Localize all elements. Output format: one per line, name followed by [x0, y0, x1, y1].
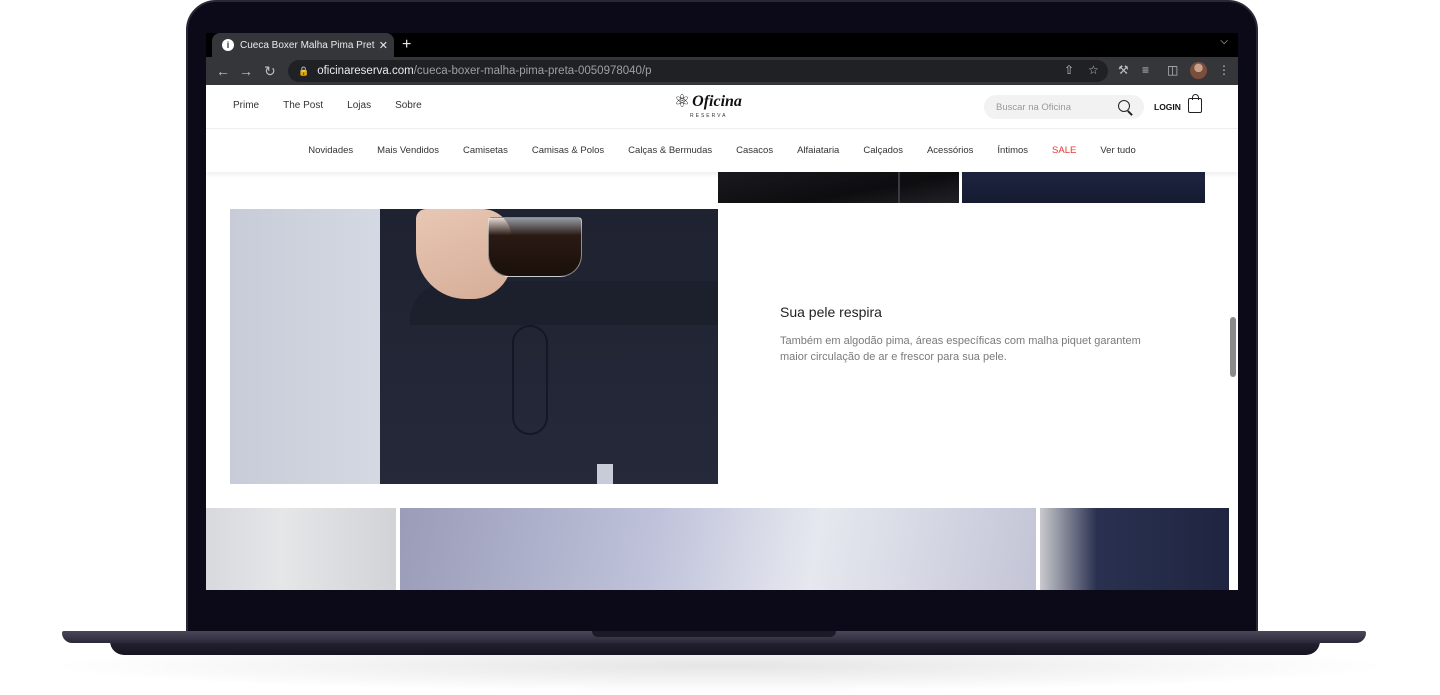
- profile-avatar[interactable]: [1190, 62, 1207, 79]
- search-icon[interactable]: [1114, 96, 1136, 118]
- page-scrollbar[interactable]: [1230, 317, 1236, 377]
- photo-coffee-glass: [488, 217, 582, 277]
- tab-search-chevron-icon[interactable]: ⌵: [1220, 36, 1228, 47]
- top-link-the-post[interactable]: The Post: [283, 100, 323, 111]
- nav-item-sale[interactable]: SALE: [1052, 145, 1076, 156]
- search-placeholder: Buscar na Oficina: [996, 101, 1071, 113]
- feature-title: Sua pele respira: [780, 304, 882, 320]
- garment-label-graphic: [1070, 174, 1116, 200]
- forward-arrow-icon[interactable]: →: [239, 61, 253, 81]
- close-tab-icon[interactable]: ✕: [379, 39, 388, 52]
- gallery-image-2: [400, 508, 1036, 590]
- category-nav: Novidades Mais Vendidos Camisetas Camisa…: [206, 129, 1238, 172]
- laptop-base-bottom: [110, 641, 1320, 655]
- browser-toolbar: ← → ↻ 🔒 oficinareserva.com /cueca-boxer-…: [206, 57, 1238, 85]
- feature-description: Também em algodão pima, áreas específica…: [780, 335, 1141, 363]
- gallery-image-1: [206, 508, 396, 590]
- photo-leg-gap: [597, 464, 613, 484]
- bookmark-star-icon[interactable]: ☆: [1088, 63, 1099, 77]
- photo-fly-detail: [512, 325, 548, 435]
- website: Prime The Post Lojas Sobre ⚛ Oficina RES…: [206, 85, 1238, 590]
- nav-item-intimos[interactable]: Íntimos: [997, 145, 1028, 156]
- nav-item-alfaiataria[interactable]: Alfaiataria: [797, 145, 839, 156]
- laptop-notch: [592, 631, 836, 637]
- top-link-lojas[interactable]: Lojas: [347, 100, 371, 111]
- top-link-sobre[interactable]: Sobre: [395, 100, 422, 111]
- nav-item-casacos[interactable]: Casacos: [736, 145, 773, 156]
- browser-tab-bar: i Cueca Boxer Malha Pima Preta ✕ + ⌵: [206, 33, 1238, 57]
- browser-tab[interactable]: i Cueca Boxer Malha Pima Preta ✕: [212, 33, 394, 57]
- url-path: /cueca-boxer-malha-pima-preta-0050978040…: [413, 65, 652, 77]
- zipper-detail: [898, 172, 900, 203]
- shopping-bag-icon[interactable]: [1188, 94, 1202, 113]
- extensions-puzzle-icon[interactable]: ⚒: [1118, 63, 1129, 77]
- laptop-screen: i Cueca Boxer Malha Pima Preta ✕ + ⌵ ← →…: [206, 33, 1238, 590]
- login-link[interactable]: LOGIN: [1154, 102, 1181, 112]
- product-image-detail-2: [962, 172, 1205, 203]
- nav-item-acessorios[interactable]: Acessórios: [927, 145, 973, 156]
- new-tab-icon[interactable]: +: [402, 35, 411, 55]
- nav-item-novidades[interactable]: Novidades: [308, 145, 353, 156]
- side-panel-icon[interactable]: ◫: [1167, 63, 1178, 77]
- nav-item-camisetas[interactable]: Camisetas: [463, 145, 508, 156]
- nav-item-calcas-bermudas[interactable]: Calças & Bermudas: [628, 145, 712, 156]
- nav-item-mais-vendidos[interactable]: Mais Vendidos: [377, 145, 439, 156]
- logo-subtitle: RESERVA: [690, 113, 728, 119]
- product-image-detail-1: [718, 172, 959, 203]
- back-arrow-icon[interactable]: ←: [216, 61, 230, 81]
- gallery-image-3: [1040, 508, 1229, 590]
- nav-item-calcados[interactable]: Calçados: [863, 145, 903, 156]
- logo-text: Oficina: [692, 92, 742, 110]
- site-header-top: Prime The Post Lojas Sobre ⚛ Oficina RES…: [206, 85, 1238, 129]
- top-link-prime[interactable]: Prime: [233, 100, 259, 111]
- tab-title: Cueca Boxer Malha Pima Preta: [240, 39, 375, 51]
- site-favicon-icon: i: [222, 39, 234, 51]
- nav-item-ver-tudo[interactable]: Ver tudo: [1100, 145, 1135, 156]
- top-links: Prime The Post Lojas Sobre: [233, 100, 422, 111]
- share-icon[interactable]: ⇧: [1064, 63, 1074, 77]
- browser-menu-icon[interactable]: ⋮: [1218, 63, 1230, 77]
- nav-item-camisas-polos[interactable]: Camisas & Polos: [532, 145, 604, 156]
- product-lifestyle-photo: [230, 209, 718, 484]
- site-logo[interactable]: ⚛ Oficina RESERVA: [674, 91, 742, 119]
- reading-list-icon[interactable]: ≡: [1142, 63, 1149, 77]
- reload-icon[interactable]: ↻: [264, 61, 276, 81]
- address-bar[interactable]: 🔒 oficinareserva.com /cueca-boxer-malha-…: [288, 60, 1108, 82]
- search-input[interactable]: Buscar na Oficina: [984, 95, 1144, 119]
- lock-icon: 🔒: [298, 65, 310, 76]
- url-host: oficinareserva.com: [317, 65, 414, 77]
- logo-figure-icon: ⚛: [674, 91, 691, 111]
